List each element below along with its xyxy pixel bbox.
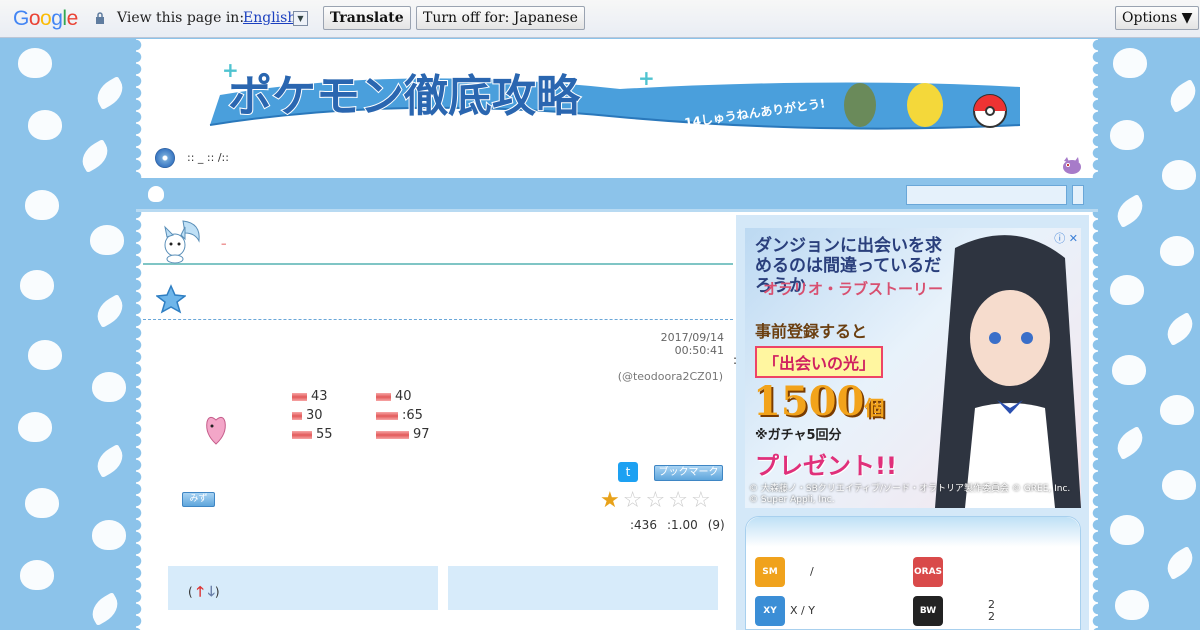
ad-line2: 「出会いの光」	[755, 346, 884, 378]
svg-text:+: +	[638, 66, 655, 90]
vote-controls: ( 🡑 🡓)	[188, 584, 220, 600]
post-header: –	[143, 215, 733, 265]
vote-box: ( 🡑 🡓)	[168, 566, 438, 610]
ad-close-icon[interactable]: ⓘ ✕	[1054, 230, 1078, 246]
game-label-bw[interactable]: 2 2	[988, 599, 995, 623]
game-list-box: SM / ORAS XY X / Y BW 2 2	[745, 516, 1081, 630]
rating-info: :436 :1.00 (9)	[630, 518, 735, 532]
search-button[interactable]	[1072, 185, 1084, 205]
game-label-xy[interactable]: X / Y	[790, 604, 815, 617]
stat-sp-attack: :65	[376, 408, 423, 424]
star-icon	[156, 284, 186, 314]
pachirisu-icon	[164, 220, 200, 264]
axew-image	[844, 83, 876, 127]
post-author[interactable]: (@teodoora2CZ01)	[600, 370, 723, 383]
twitter-share-button[interactable]: t	[618, 462, 638, 482]
stat-sp-defense: 55	[292, 427, 333, 443]
ad-present: プレゼント!!	[755, 452, 897, 480]
game-logo-sm[interactable]: SM	[755, 557, 785, 587]
language-dropdown[interactable]: ▼	[293, 11, 308, 26]
ad-big-number: 1500個	[753, 378, 885, 425]
star-rating[interactable]: ★☆☆☆☆	[600, 488, 714, 513]
disc-icon	[155, 148, 175, 168]
stat-hp: 43	[292, 389, 328, 405]
language-link[interactable]: English	[243, 10, 296, 26]
rating-votes: (9)	[707, 518, 725, 532]
bookmark-button[interactable]: ブックマーク	[654, 465, 723, 481]
svg-text:+: +	[222, 58, 239, 82]
post-red-mark: –	[221, 237, 227, 250]
post-title-row	[143, 280, 733, 320]
luvdisc-icon	[206, 416, 226, 445]
rating-star-4[interactable]: ☆	[668, 488, 691, 513]
rating-star-3[interactable]: ☆	[645, 488, 668, 513]
game-logo-bw[interactable]: BW	[913, 596, 943, 626]
rating-count: :436	[630, 518, 657, 532]
rating-star-5[interactable]: ☆	[691, 488, 714, 513]
vote-down-icon[interactable]: 🡓	[208, 584, 215, 600]
game-list-header	[746, 517, 1080, 547]
game-logo-oras[interactable]: ORAS	[913, 557, 943, 587]
stat-attack: 40	[376, 389, 412, 405]
pikachu-image	[907, 83, 943, 127]
options-button[interactable]: Options ▼	[1115, 6, 1200, 30]
type-water-badge[interactable]: みず	[182, 492, 215, 507]
rating-star-2[interactable]: ☆	[623, 488, 646, 513]
stat-speed: 97	[376, 427, 430, 443]
ad-note: ※ガチャ5回分	[755, 428, 842, 443]
lock-icon	[96, 12, 104, 24]
ad-character-image	[935, 235, 1081, 508]
search-input[interactable]	[906, 185, 1067, 205]
stat-defense: 30	[292, 408, 323, 424]
page-edge-right	[1088, 39, 1098, 630]
pokemon-silhouette-icon	[148, 186, 164, 202]
rating-star-1[interactable]: ★	[600, 488, 623, 513]
google-logo[interactable]: Google	[13, 7, 78, 31]
translate-prompt: View this page in:	[117, 10, 245, 26]
game-label-sm[interactable]: /	[810, 565, 814, 578]
nav-bar	[136, 178, 1098, 212]
vote-up-icon[interactable]: 🡑	[197, 584, 204, 600]
post-date: 2017/09/14 00:50:41	[660, 331, 724, 357]
translate-bar: Google View this page in: English ▼ Tran…	[0, 0, 1200, 38]
ad-copyright: © 大森藤ノ・SBクリエイティブ/ソード・オラトリア製作委員会 © GREE, …	[749, 484, 1071, 505]
page-edge-left	[136, 39, 146, 630]
site-title: ポケモン徹底攻略	[228, 71, 581, 122]
ad-line1: 事前登録すると	[755, 322, 868, 341]
rattata-icon	[1063, 157, 1081, 174]
game-logo-xy[interactable]: XY	[755, 596, 785, 626]
turn-off-button[interactable]: Turn off for: Japanese	[416, 6, 585, 30]
ad-subtitle: オラリオ・ラブストーリー	[763, 280, 944, 298]
advertisement[interactable]: ダンジョンに出会いを求めるのは間違っているだろうか オラリオ・ラブストーリー 事…	[745, 228, 1081, 508]
breadcrumb-text[interactable]: :: _ :: /::	[187, 151, 229, 164]
translate-button[interactable]: Translate	[323, 6, 411, 30]
comment-box[interactable]	[448, 566, 718, 610]
site-banner[interactable]: ポケモン徹底攻略 14しゅうねんありがとう! + +	[200, 55, 1030, 135]
rating-average: :1.00	[666, 518, 698, 532]
